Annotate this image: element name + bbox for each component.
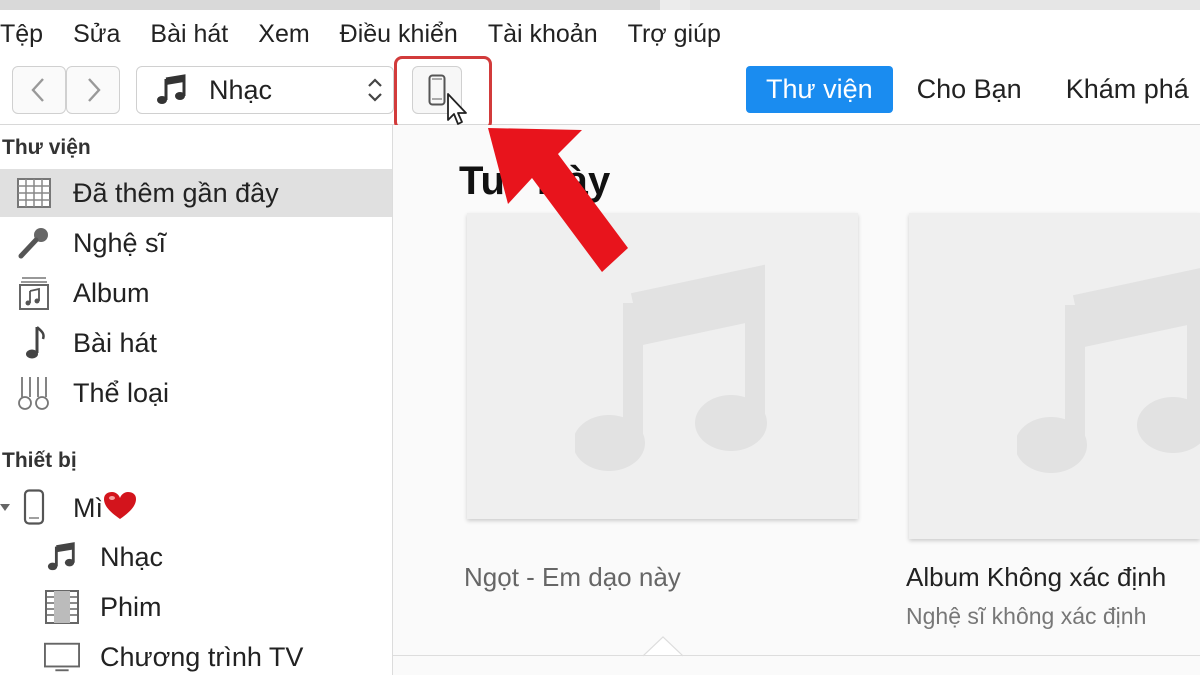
album-icon [16, 275, 52, 311]
sidebar: Thư viện Đã thêm gần đây Nghệ sĩ Album B… [0, 125, 393, 675]
forward-button[interactable] [66, 66, 120, 114]
tab-library[interactable]: Thư viện [746, 65, 893, 113]
sidebar-item-device[interactable]: Mì [0, 483, 392, 531]
sidebar-item-label: Bài hát [73, 327, 158, 358]
menu-bar: Tệp Sửa Bài hát Xem Điều khiển Tài khoản… [0, 12, 1200, 56]
menu-file[interactable]: Tệp [0, 20, 43, 49]
mouse-cursor-icon [447, 93, 467, 125]
tab-for-you[interactable]: Cho Bạn [897, 66, 1042, 113]
media-source-label: Nhạc [209, 74, 273, 105]
sidebar-section-devices: Thiết bị [2, 449, 77, 472]
media-source-selector[interactable]: Nhạc [136, 66, 394, 114]
music-note-placeholder-icon [1017, 268, 1200, 473]
window-top-strip [0, 0, 1200, 10]
content-divider [393, 655, 1200, 656]
sidebar-item-label: Nhạc [100, 541, 164, 572]
sidebar-item-albums[interactable]: Album [0, 269, 392, 317]
menu-controls[interactable]: Điều khiển [340, 20, 458, 49]
sidebar-item-device-movies[interactable]: Phim [0, 583, 392, 631]
chevron-left-icon [31, 78, 44, 102]
music-notes-icon [157, 74, 186, 104]
toolbar: Nhạc Thư viện Cho Bạn Khám phá [0, 58, 1200, 125]
album-artwork[interactable] [909, 213, 1200, 539]
sidebar-item-label: Album [73, 277, 150, 308]
device-button-highlight [394, 56, 492, 130]
sidebar-section-library: Thư viện [2, 136, 91, 159]
genres-icon [16, 375, 52, 411]
window-top-bar [0, 0, 660, 10]
music-note-icon [16, 325, 52, 361]
heart-icon [104, 491, 136, 519]
music-notes-icon [44, 539, 80, 575]
sidebar-item-label: Phim [100, 591, 162, 622]
sidebar-item-device-music[interactable]: Nhạc [0, 533, 392, 581]
sidebar-item-genres[interactable]: Thể loại [0, 369, 392, 417]
album-title[interactable]: Album Không xác định [906, 562, 1166, 593]
menu-edit[interactable]: Sửa [73, 20, 120, 49]
music-note-placeholder-icon [575, 264, 767, 471]
disclosure-triangle-icon[interactable] [0, 500, 12, 514]
tv-icon [44, 639, 80, 675]
up-down-chevron-icon [368, 78, 382, 102]
chevron-right-icon [88, 78, 101, 102]
sidebar-item-label: Thể loại [73, 377, 170, 408]
sidebar-item-recently-added[interactable]: Đã thêm gần đây [0, 169, 392, 217]
album-title[interactable]: Ngọt - Em dạo này [464, 562, 681, 593]
sidebar-item-label: Đã thêm gần đây [73, 177, 279, 208]
album-artist[interactable]: Nghệ sĩ không xác định [906, 603, 1146, 630]
menu-song[interactable]: Bài hát [150, 20, 228, 49]
menu-view[interactable]: Xem [258, 20, 309, 49]
red-arrow-annotation [488, 128, 628, 272]
sidebar-item-songs[interactable]: Bài hát [0, 319, 392, 367]
iphone-icon [16, 489, 52, 525]
tab-browse[interactable]: Khám phá [1046, 66, 1200, 113]
menu-help[interactable]: Trợ giúp [628, 20, 721, 49]
sidebar-item-device-tv-shows[interactable]: Chương trình TV [0, 633, 392, 681]
sidebar-item-label: Nghệ sĩ [73, 227, 167, 258]
view-tabs: Thư viện Cho Bạn Khám phá [746, 64, 1200, 114]
sidebar-item-artists[interactable]: Nghệ sĩ [0, 219, 392, 267]
grid-icon [16, 175, 52, 211]
device-name: Mì [73, 491, 137, 524]
microphone-icon [16, 225, 52, 261]
window-top-bar-right [690, 0, 1200, 10]
device-name-text: Mì [73, 492, 103, 523]
film-icon [44, 589, 80, 625]
selection-pointer [643, 636, 683, 657]
menu-account[interactable]: Tài khoản [488, 20, 598, 49]
sidebar-item-label: Chương trình TV [100, 641, 304, 672]
back-button[interactable] [12, 66, 66, 114]
